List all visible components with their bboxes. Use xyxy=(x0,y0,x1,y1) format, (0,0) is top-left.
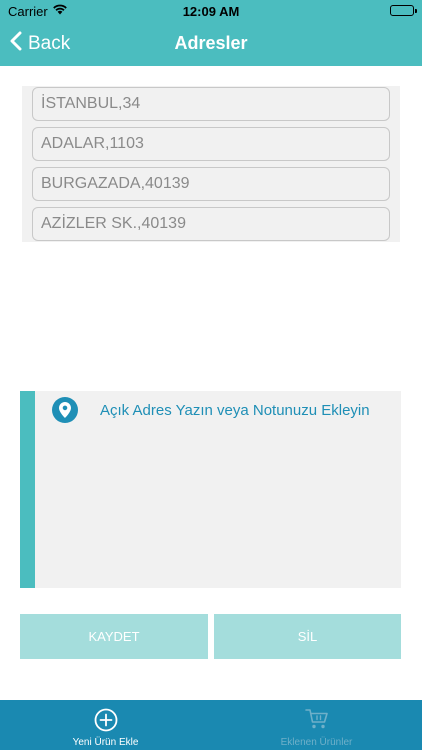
page-title: Adresler xyxy=(174,33,248,53)
delete-button[interactable]: SİL xyxy=(214,614,401,659)
tab-bar: Yeni Ürün Ekle Eklenen Ürünler xyxy=(0,700,422,750)
location-pin-icon xyxy=(52,397,78,423)
battery-icon xyxy=(390,5,417,16)
tab-add-product[interactable]: Yeni Ürün Ekle xyxy=(0,700,211,750)
tab-added-products-label: Eklenen Ürünler xyxy=(280,737,353,748)
navigation-bar: Back Adresler xyxy=(0,22,422,66)
tab-added-products[interactable]: Eklenen Ürünler xyxy=(211,700,422,750)
address-field-province[interactable]: İSTANBUL,34 xyxy=(32,87,390,121)
address-field-district[interactable]: ADALAR,1103 xyxy=(32,127,390,161)
cart-icon xyxy=(304,708,329,735)
note-accent-bar xyxy=(20,391,35,588)
address-list: İSTANBUL,34 ADALAR,1103 BURGAZADA,40139 … xyxy=(22,86,400,242)
clock: 12:09 AM xyxy=(182,4,240,19)
plus-circle-icon xyxy=(94,708,118,737)
status-bar: Carrier 12:09 AM xyxy=(0,0,422,22)
address-note-field[interactable]: Açık Adres Yazın veya Notunuzu Ekleyin xyxy=(20,391,401,588)
address-field-neighborhood[interactable]: BURGAZADA,40139 xyxy=(32,167,390,201)
address-field-street[interactable]: AZİZLER SK.,40139 xyxy=(32,207,390,241)
tab-add-product-label: Yeni Ürün Ekle xyxy=(72,737,139,748)
note-placeholder: Açık Adres Yazın veya Notunuzu Ekleyin xyxy=(100,402,370,419)
save-button[interactable]: KAYDET xyxy=(20,614,208,659)
